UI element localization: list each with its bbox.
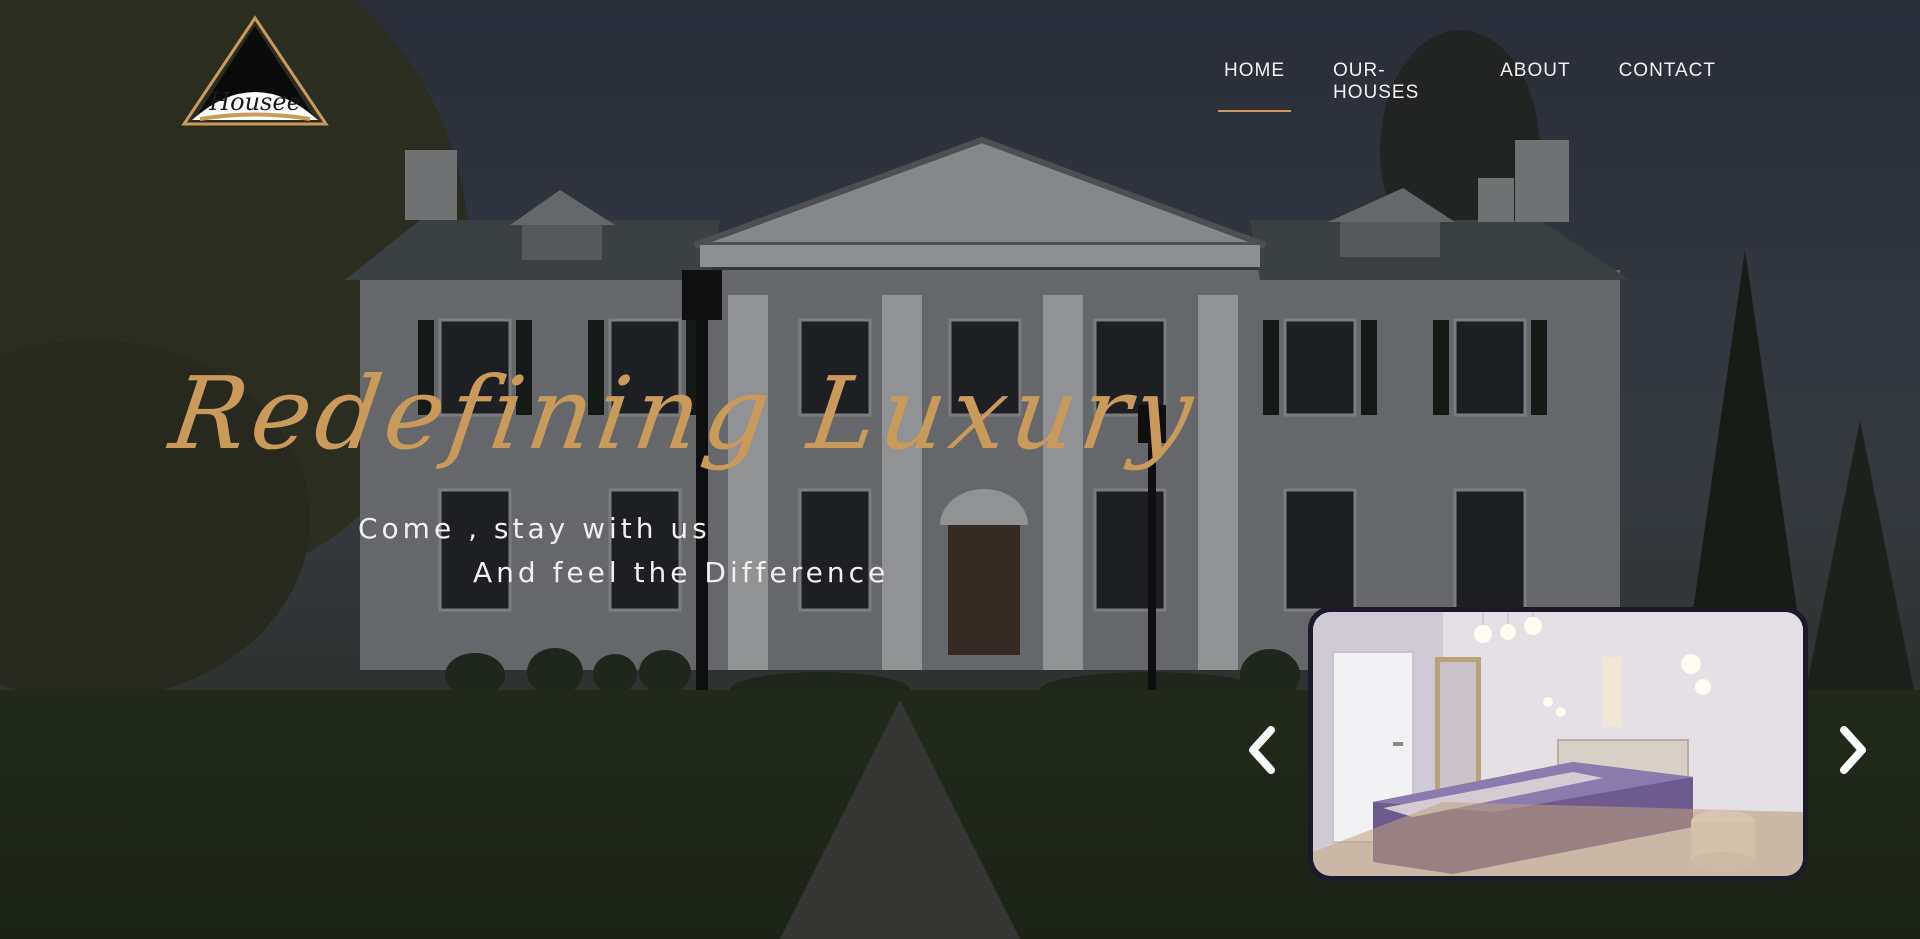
carousel-slide[interactable] — [1308, 607, 1808, 881]
logo-house-icon: Housee — [181, 15, 329, 126]
nav-our-houses[interactable]: OUR-HOUSES — [1327, 60, 1458, 112]
hero-title: Redefining Luxury — [163, 355, 1205, 472]
nav-home[interactable]: HOME — [1218, 60, 1291, 112]
carousel-next-button[interactable] — [1832, 720, 1872, 780]
carousel-prev-button[interactable] — [1243, 720, 1283, 780]
brand-logo[interactable]: Housee — [180, 14, 330, 129]
bedroom-image — [1313, 612, 1803, 876]
chevron-right-icon — [1840, 726, 1866, 774]
chevron-left-icon — [1249, 726, 1275, 774]
hero-tagline-2: And feel the Difference — [473, 556, 890, 589]
hero-tagline-1: Come , stay with us — [358, 512, 711, 545]
nav-contact[interactable]: CONTACT — [1613, 60, 1722, 112]
logo-text: Housee — [208, 88, 301, 116]
nav-about[interactable]: ABOUT — [1494, 60, 1576, 112]
main-nav: HOME OUR-HOUSES ABOUT CONTACT — [1200, 60, 1740, 112]
